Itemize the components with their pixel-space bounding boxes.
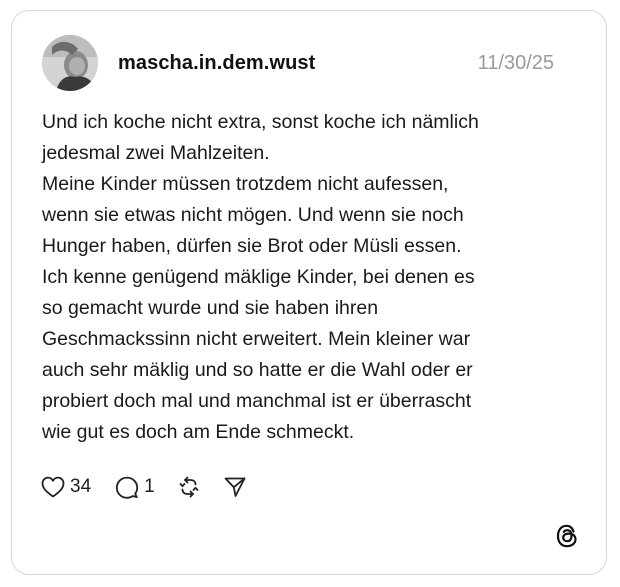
post-text-line: wie gut es doch am Ende schmeckt. [42,421,355,443]
post-card: mascha.in.dem.wust 11/30/25 Und ich koch… [11,10,607,575]
reply-button[interactable]: 1 [115,476,155,499]
repost-button[interactable] [177,475,201,499]
post-text-line: Und ich koche nicht extra, sonst koche i… [42,111,479,133]
post-text-line: probiert doch mal und manchmal ist er üb… [42,390,472,412]
send-icon [223,475,247,499]
comment-icon [115,476,139,499]
post-text-line: Ich kenne genügend mäklige Kinder, bei d… [42,266,475,288]
post-body: Und ich koche nicht extra, sonst koche i… [42,107,592,448]
post-date: 11/30/25 [477,52,554,74]
heart-icon [41,476,65,498]
username[interactable]: mascha.in.dem.wust [118,52,315,75]
post-text-line: so gemacht wurde und sie haben ihren [42,297,379,319]
share-button[interactable] [223,475,247,499]
like-count: 34 [70,476,92,497]
avatar-photo [42,35,98,91]
post-text-line: auch sehr mäklig und so hatte er die Wah… [42,359,473,381]
post-text-line: jedesmal zwei Mahlzeiten. [42,142,270,164]
reply-count: 1 [144,476,155,497]
post-text-line: Hunger haben, dürfen sie Brot oder Müsli… [42,235,462,257]
avatar[interactable] [42,35,98,91]
post-text-line: Geschmackssinn nicht erweitert. Mein kle… [42,328,471,350]
like-button[interactable]: 34 [41,476,91,498]
action-bar: 34 1 [41,473,247,501]
repost-icon [177,475,201,499]
post-text-line: Meine Kinder müssen trotzdem nicht aufes… [42,173,449,195]
threads-logo-icon [554,523,580,549]
post-text-line: wenn sie etwas nicht mögen. Und wenn sie… [42,204,464,226]
